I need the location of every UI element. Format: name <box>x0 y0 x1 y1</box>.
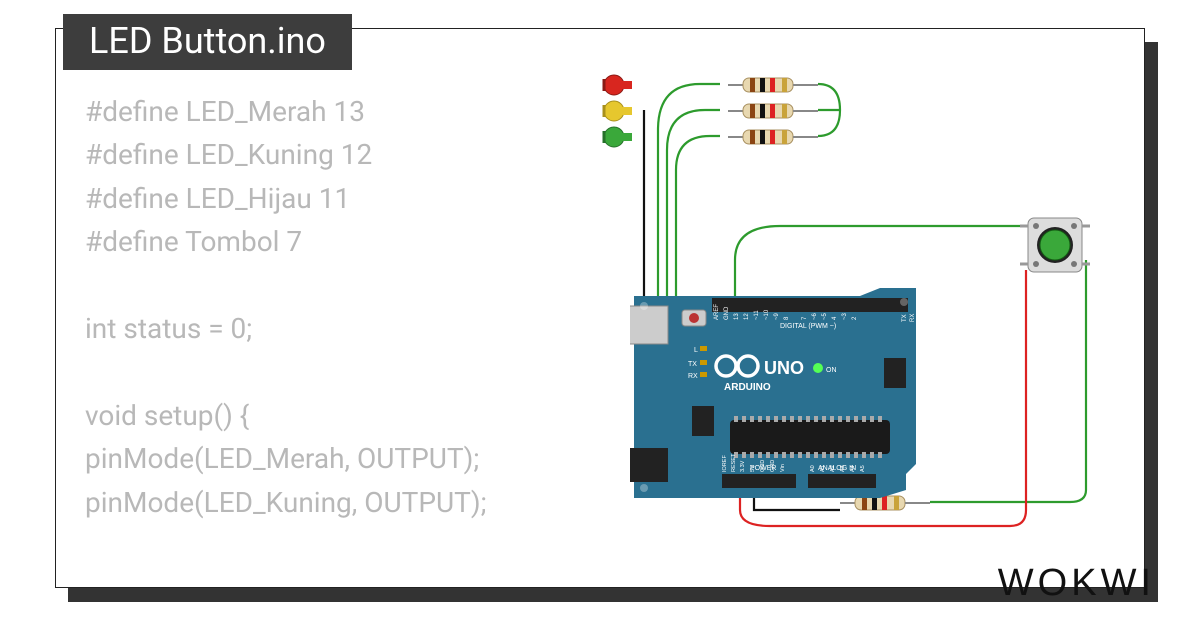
svg-text:RX: RX <box>688 373 698 380</box>
svg-text:~3: ~3 <box>842 312 848 320</box>
svg-text:~5: ~5 <box>822 312 828 320</box>
arduino-uno: UNO ARDUINO ON L TX RX DIGITAL (PWM ~) P… <box>630 288 920 498</box>
svg-text:~9: ~9 <box>774 312 780 320</box>
svg-text:~6: ~6 <box>812 312 818 320</box>
svg-text:RX: RX <box>910 314 916 322</box>
svg-text:A5: A5 <box>860 465 866 472</box>
svg-text:3.3V: 3.3V <box>740 460 746 472</box>
svg-text:5V: 5V <box>750 465 756 472</box>
label-digital: DIGITAL (PWM ~) <box>780 323 836 330</box>
svg-text:GND: GND <box>760 460 766 472</box>
svg-text:A1: A1 <box>820 465 826 472</box>
file-title: LED Button.ino <box>63 14 352 70</box>
svg-text:TX: TX <box>902 314 908 322</box>
resistor-3 <box>728 128 818 150</box>
svg-text:RESET: RESET <box>731 453 737 472</box>
svg-text:TX: TX <box>688 361 697 368</box>
wokwi-logo: WOKWI <box>998 562 1155 605</box>
svg-text:12: 12 <box>744 313 750 320</box>
svg-text:~11: ~11 <box>754 310 760 320</box>
svg-text:GND: GND <box>770 460 776 472</box>
svg-text:A4: A4 <box>850 465 856 472</box>
svg-text:IOREF: IOREF <box>722 455 728 472</box>
svg-text:GND: GND <box>724 306 730 320</box>
svg-text:A3: A3 <box>840 465 846 472</box>
svg-text:L: L <box>694 347 698 354</box>
svg-text:Vin: Vin <box>780 464 786 472</box>
svg-text:ON: ON <box>826 367 837 374</box>
board-label-uno: UNO <box>764 358 804 378</box>
svg-text:A2: A2 <box>830 465 836 472</box>
led-green <box>602 124 636 154</box>
resistor-2 <box>728 102 818 124</box>
resistor-1 <box>728 76 818 98</box>
svg-text:~10: ~10 <box>764 309 770 320</box>
svg-text:A0: A0 <box>810 465 816 472</box>
circuit-diagram: UNO ARDUINO ON L TX RX DIGITAL (PWM ~) P… <box>340 70 1160 570</box>
svg-text:AREF: AREF <box>714 304 720 320</box>
svg-text:13: 13 <box>734 313 740 320</box>
board-label-arduino: ARDUINO <box>724 382 771 393</box>
push-button[interactable] <box>1020 210 1090 280</box>
